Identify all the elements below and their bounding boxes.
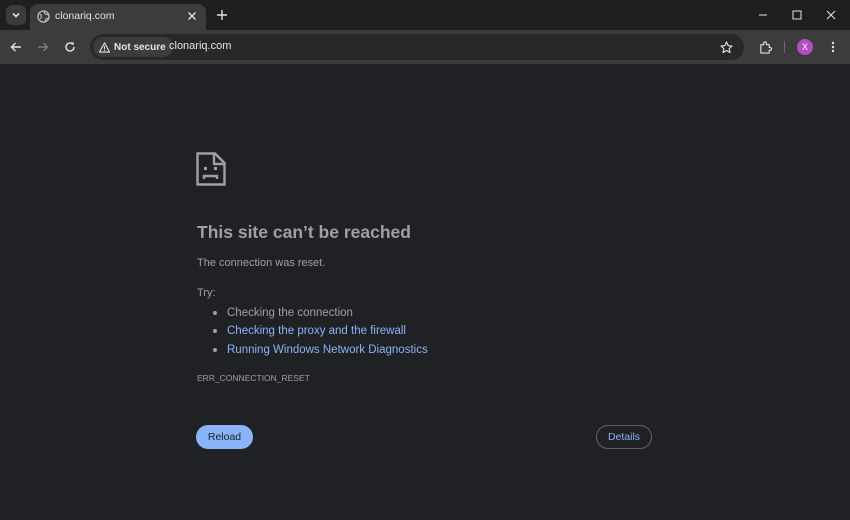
- profile-avatar[interactable]: X: [797, 39, 813, 55]
- warning-icon: [99, 41, 110, 53]
- url-text[interactable]: clonariq.com: [169, 40, 231, 52]
- back-arrow-icon: [10, 42, 21, 52]
- tab-search-button[interactable]: [6, 5, 26, 25]
- kebab-menu-icon: [831, 41, 835, 53]
- address-bar[interactable]: Not secure clonariq.com: [90, 34, 744, 60]
- tab-strip: clonariq.com: [0, 0, 850, 30]
- sad-document-icon: [196, 152, 226, 186]
- globe-icon: [37, 10, 50, 23]
- error-title: This site can’t be reached: [197, 222, 411, 242]
- close-icon: [188, 12, 196, 20]
- try-label: Try:: [197, 287, 216, 299]
- reload-toolbar-button[interactable]: [60, 37, 80, 57]
- chevron-down-icon: [12, 12, 20, 18]
- bullet-icon: [213, 311, 217, 315]
- suggestion-item: Checking the connection: [213, 304, 428, 322]
- maximize-button[interactable]: [780, 0, 814, 30]
- forward-arrow-icon: [38, 42, 49, 52]
- forward-button[interactable]: [33, 37, 53, 57]
- suggestion-item: Checking the proxy and the firewall: [213, 322, 428, 340]
- new-tab-button[interactable]: [213, 6, 231, 24]
- toolbar-divider: [784, 41, 785, 53]
- suggestion-link-network-diagnostics[interactable]: Running Windows Network Diagnostics: [227, 344, 428, 356]
- maximize-icon: [792, 10, 802, 20]
- toolbar: Not secure clonariq.com X: [0, 30, 850, 64]
- minimize-button[interactable]: [746, 0, 780, 30]
- active-tab[interactable]: clonariq.com: [30, 4, 206, 30]
- bullet-icon: [213, 347, 217, 352]
- bookmark-button[interactable]: [717, 38, 735, 56]
- suggestion-check-connection: Checking the connection: [227, 307, 353, 319]
- reload-icon: [65, 42, 75, 52]
- tab-close-button[interactable]: [184, 8, 200, 24]
- plus-icon: [217, 10, 227, 20]
- minimize-icon: [759, 14, 767, 16]
- reload-button[interactable]: Reload: [196, 425, 253, 449]
- bullet-icon: [213, 329, 217, 334]
- close-window-button[interactable]: [814, 0, 848, 30]
- error-description: The connection was reset.: [197, 257, 326, 269]
- back-button[interactable]: [6, 37, 26, 57]
- extensions-button[interactable]: [755, 37, 775, 57]
- error-code: ERR_CONNECTION_RESET: [197, 373, 310, 383]
- suggestion-list: Checking the connection Checking the pro…: [213, 304, 428, 359]
- details-button[interactable]: Details: [596, 425, 652, 449]
- suggestion-link-proxy-firewall[interactable]: Checking the proxy and the firewall: [227, 325, 406, 337]
- star-icon: [719, 40, 733, 53]
- browser-menu-button[interactable]: [823, 37, 843, 57]
- extensions-icon: [759, 40, 772, 54]
- error-page: This site can’t be reached The connectio…: [0, 64, 850, 520]
- security-chip[interactable]: Not secure: [93, 37, 173, 57]
- close-icon: [826, 10, 836, 20]
- security-label: Not secure: [114, 41, 166, 53]
- suggestion-item: Running Windows Network Diagnostics: [213, 341, 428, 359]
- tab-title: clonariq.com: [55, 10, 115, 22]
